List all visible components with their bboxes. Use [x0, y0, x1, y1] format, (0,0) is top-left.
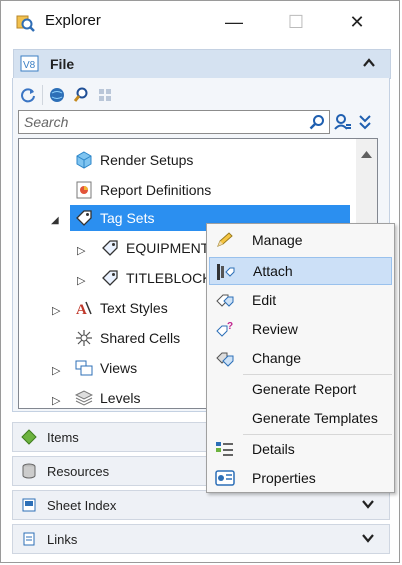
context-menu: Manage Attach Edit ? Review Change Gener…	[206, 223, 395, 493]
change-icon	[215, 349, 235, 367]
tree-item-titleblock[interactable]: TITLEBLOCK	[101, 265, 212, 291]
tag-icon	[101, 239, 119, 257]
menu-item-change[interactable]: Change	[209, 344, 392, 372]
menu-item-attach[interactable]: Attach	[209, 257, 392, 285]
tag-icon	[75, 209, 93, 227]
levels-icon	[75, 389, 93, 407]
tree-item-label: Text Styles	[100, 300, 168, 316]
collapsed-arrow-icon[interactable]: ▷	[52, 297, 60, 323]
menu-item-label: Attach	[253, 263, 293, 279]
links-icon	[21, 531, 37, 547]
collapsed-arrow-icon[interactable]: ▷	[52, 357, 60, 383]
tree-item-label: TITLEBLOCK	[126, 270, 212, 286]
file-panel-header[interactable]: V8 File	[13, 49, 391, 79]
globe-icon[interactable]	[47, 85, 67, 105]
properties-icon	[215, 469, 235, 487]
menu-item-label: Manage	[252, 232, 303, 248]
expanded-arrow-icon[interactable]: ◢	[51, 207, 61, 233]
title-bar[interactable]: Explorer — ☐ ✕	[1, 1, 401, 41]
details-icon	[215, 440, 235, 458]
menu-item-details[interactable]: Details	[209, 435, 392, 463]
tree-item-label: Tag Sets	[100, 210, 155, 226]
tree-item-report-definitions[interactable]: Report Definitions	[75, 177, 211, 203]
report-icon	[75, 181, 93, 199]
file-panel-title: File	[50, 56, 75, 72]
tree-item-label: EQUIPMENT	[126, 240, 210, 256]
tree-item-label: Levels	[100, 390, 141, 406]
tree-item-levels[interactable]: Levels	[75, 385, 141, 408]
menu-item-label: Details	[252, 441, 295, 457]
maximize-button[interactable]: ☐	[273, 7, 319, 37]
sheet-index-panel-title: Sheet Index	[47, 497, 117, 513]
toolbar-separator	[42, 85, 43, 105]
close-button[interactable]: ✕	[334, 7, 380, 37]
minimize-button[interactable]: —	[211, 7, 257, 37]
pencil-icon	[215, 231, 235, 249]
search-placeholder: Search	[24, 114, 69, 130]
menu-item-generate-report[interactable]: Generate Report	[209, 375, 392, 403]
v8-icon: V8	[20, 54, 40, 74]
text-style-icon: A	[75, 299, 93, 317]
chevron-up-icon[interactable]	[362, 56, 376, 73]
refresh-icon[interactable]	[18, 85, 38, 105]
sheet-index-panel-header[interactable]: Sheet Index	[12, 490, 390, 520]
window-title: Explorer	[45, 12, 101, 29]
menu-item-manage[interactable]: Manage	[209, 226, 392, 254]
menu-item-label: Edit	[252, 292, 277, 308]
tag-icon	[101, 269, 119, 287]
items-panel-title: Items	[47, 429, 79, 445]
tree-item-label: Views	[100, 360, 138, 376]
items-icon	[21, 429, 37, 445]
resources-icon	[21, 463, 37, 479]
collapsed-arrow-icon[interactable]: ▷	[77, 237, 85, 263]
menu-item-label: Change	[252, 350, 302, 366]
double-chevron-down-icon[interactable]	[358, 113, 372, 134]
svg-text:?: ?	[227, 321, 233, 332]
search-icon[interactable]	[309, 114, 325, 133]
collapsed-arrow-icon[interactable]: ▷	[77, 267, 85, 293]
sheet-index-icon	[21, 497, 37, 513]
svg-text:V8: V8	[23, 60, 36, 71]
explorer-app-icon	[15, 13, 35, 33]
find-icon[interactable]	[71, 85, 91, 105]
tree-item-label: Report Definitions	[100, 182, 212, 198]
tree-item-render-setups[interactable]: Render Setups	[75, 147, 193, 173]
grid-icon[interactable]	[95, 85, 115, 105]
edit-tag-icon	[215, 291, 235, 309]
links-panel-title: Links	[47, 531, 78, 547]
resources-panel-title: Resources	[47, 463, 110, 479]
cube-icon	[75, 151, 93, 169]
tree-item-text-styles[interactable]: A Text Styles	[75, 295, 168, 321]
filter-user-icon[interactable]	[334, 113, 352, 134]
tree-item-equipment[interactable]: EQUIPMENT	[101, 235, 209, 261]
menu-item-label: Properties	[252, 470, 316, 486]
file-toolbar	[18, 83, 115, 107]
menu-item-label: Generate Report	[252, 381, 357, 397]
shared-cells-icon	[75, 329, 93, 347]
views-icon	[75, 359, 93, 377]
menu-item-edit[interactable]: Edit	[209, 286, 392, 314]
menu-item-generate-templates[interactable]: Generate Templates	[209, 404, 392, 432]
chevron-down-icon[interactable]	[361, 531, 375, 548]
collapsed-arrow-icon[interactable]: ▷	[52, 387, 60, 408]
tree-item-label: Render Setups	[100, 152, 194, 168]
menu-item-review[interactable]: ? Review	[209, 315, 392, 343]
tree-item-views[interactable]: Views	[75, 355, 137, 381]
search-input[interactable]: Search	[18, 110, 330, 134]
review-icon: ?	[215, 320, 235, 338]
tree-item-shared-cells[interactable]: Shared Cells	[75, 325, 180, 351]
scroll-up-arrow-icon[interactable]	[361, 145, 372, 161]
tree-item-label: Shared Cells	[100, 330, 181, 346]
menu-item-label: Generate Templates	[252, 410, 378, 426]
chevron-down-icon[interactable]	[361, 497, 375, 514]
menu-item-properties[interactable]: Properties	[209, 464, 392, 492]
attach-icon	[216, 263, 236, 281]
links-panel-header[interactable]: Links	[12, 524, 390, 554]
menu-item-label: Review	[252, 321, 298, 337]
svg-text:A: A	[76, 302, 87, 317]
